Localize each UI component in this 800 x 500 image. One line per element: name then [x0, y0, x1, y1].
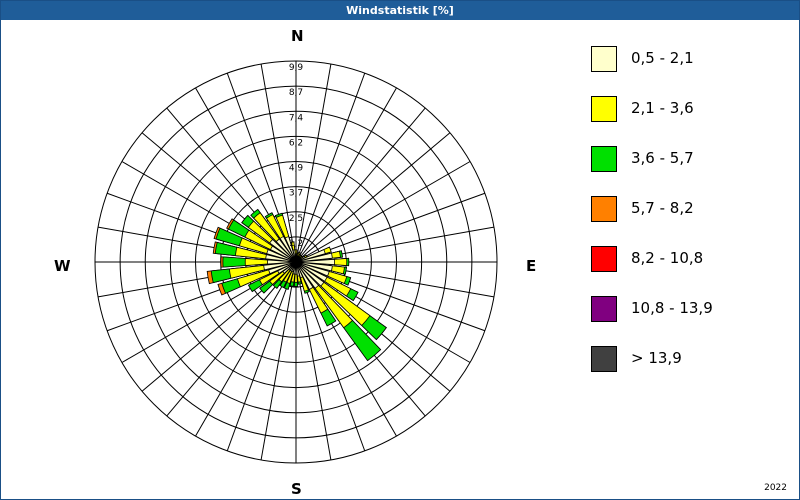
ring-label: 4,9 — [289, 164, 304, 174]
window-title: Windstatistik [%] — [1, 1, 799, 20]
legend-swatch — [591, 46, 617, 72]
compass-north-label: N — [291, 27, 304, 45]
legend-swatch — [591, 146, 617, 172]
legend-swatch — [591, 196, 617, 222]
legend-label: 3,6 - 5,7 — [631, 149, 694, 167]
ring-label: 3,7 — [289, 189, 303, 199]
legend-label: 10,8 - 13,9 — [631, 299, 713, 317]
legend-swatch — [591, 246, 617, 272]
legend-label: 2,1 - 3,6 — [631, 99, 694, 117]
ring-label: 6,2 — [289, 138, 303, 148]
legend-item: 8,2 - 10,8 — [591, 246, 791, 272]
legend-item: 5,7 - 8,2 — [591, 196, 791, 222]
legend-item: 3,6 - 5,7 — [591, 146, 791, 172]
compass-south-label: S — [291, 480, 302, 498]
compass-west-label: W — [54, 257, 71, 275]
legend-item: 10,8 - 13,9 — [591, 296, 791, 322]
chart-window: Windstatistik [%] 1,2 2,5 3,7 4,9 6,2 7,4 8,7 9… — [0, 0, 800, 500]
legend-item: 2,1 - 3,6 — [591, 96, 791, 122]
ring-label: 2,5 — [289, 214, 303, 224]
legend-swatch — [591, 296, 617, 322]
legend-label: > 13,9 — [631, 349, 682, 367]
legend-label: 5,7 - 8,2 — [631, 199, 694, 217]
ring-label: 7,4 — [289, 113, 304, 123]
legend-swatch — [591, 96, 617, 122]
compass-east-label: E — [526, 257, 537, 275]
legend-label: 8,2 - 10,8 — [631, 249, 704, 267]
legend-item: > 13,9 — [591, 346, 791, 372]
legend-item: 0,5 - 2,1 — [591, 46, 791, 72]
ring-label: 8,7 — [289, 88, 303, 98]
legend-swatch — [591, 346, 617, 372]
ring-label: 1,2 — [289, 239, 303, 249]
wind-rose-chart: 1,2 2,5 3,7 4,9 6,2 7,4 8,7 9,9 — [94, 60, 498, 464]
year-label: 2022 — [764, 483, 787, 493]
ring-label: 9,9 — [289, 63, 304, 73]
legend-label: 0,5 - 2,1 — [631, 49, 694, 67]
